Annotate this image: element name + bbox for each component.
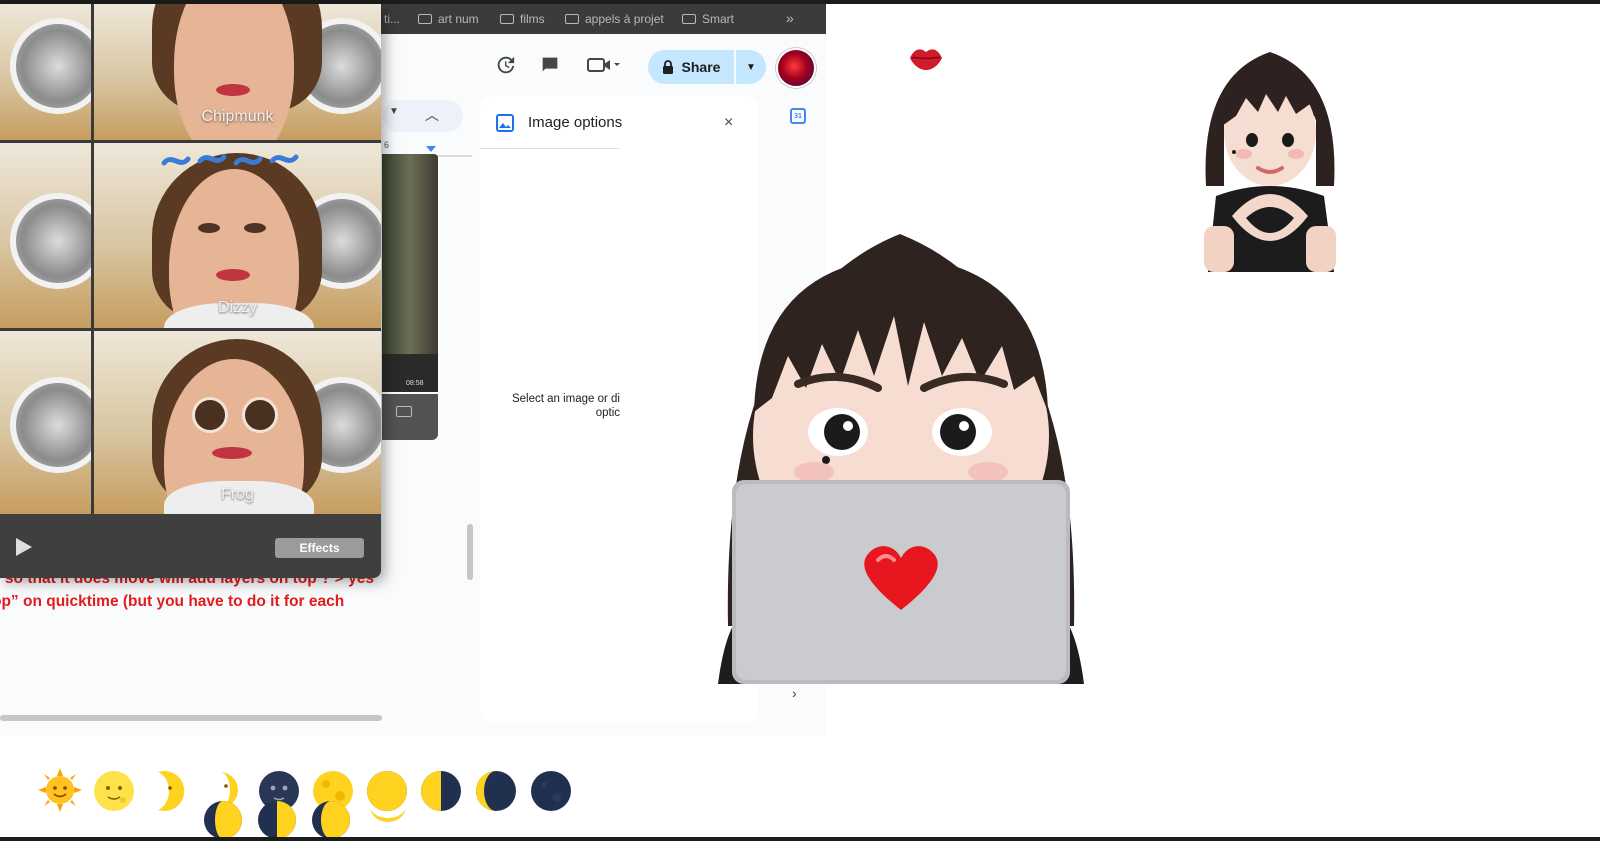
effect-dizzy-cell[interactable]: Dizzy <box>94 143 381 328</box>
bookmark-1[interactable]: ti... <box>384 12 400 26</box>
video-timestamp: 08:58 <box>406 380 424 387</box>
calendar-icon[interactable]: 31 <box>790 108 806 124</box>
waxing-gibbous-moon-icon <box>312 801 350 839</box>
effect-preview-cell[interactable] <box>0 4 91 140</box>
image-options-panel: Image options × Select an image or di op… <box>480 96 797 723</box>
lock-icon <box>662 60 673 74</box>
last-quarter-moon-icon <box>421 771 461 811</box>
share-label: Share <box>681 59 721 75</box>
panel-message-line: Select an image or di <box>511 393 620 405</box>
play-icon[interactable] <box>16 538 32 556</box>
bookmark-label: ti... <box>384 12 401 26</box>
effects-button[interactable]: Effects <box>275 538 364 558</box>
effect-label-chipmunk: Chipmunk <box>201 108 274 125</box>
bookmark-label: appels à projet <box>585 12 664 26</box>
caret-down-icon: ▼ <box>746 61 756 73</box>
chevron-up-icon: ︿ <box>425 107 439 123</box>
eye <box>244 223 266 233</box>
toolbar-collapse-pill[interactable]: ▼ ︿ <box>383 100 463 132</box>
image-icon <box>496 114 514 132</box>
new-moon-icon <box>531 771 571 811</box>
folder-icon <box>565 14 579 24</box>
bookmark-label: Smart <box>702 12 735 26</box>
waning-crescent-moon-icon <box>476 771 516 811</box>
share-dropdown-button[interactable]: ▼ <box>736 50 766 84</box>
crescent-moon-face-icon <box>158 771 185 811</box>
vertical-scrollbar[interactable] <box>467 524 473 580</box>
chevron-right-icon[interactable]: › <box>792 685 797 701</box>
bookmark-films[interactable]: films <box>500 12 545 26</box>
kiss-lips-icon <box>910 49 942 70</box>
effect-chipmunk-cell[interactable]: Chipmunk <box>94 4 381 140</box>
video-icon[interactable] <box>585 52 625 78</box>
crescent-moon-icon <box>370 806 406 822</box>
bookmark-label: films <box>520 12 545 26</box>
bookmark-art-num[interactable]: art num <box>418 12 479 26</box>
full-moon-face-icon <box>94 771 134 811</box>
memoji-heart-hands-image <box>1204 52 1336 272</box>
docs-toolbar: Share ▼ <box>380 34 826 96</box>
photo-booth-window: Chipmunk Dizzy Frog Effects <box>0 4 381 578</box>
bookmark-smart[interactable]: Smart <box>682 12 734 26</box>
memoji-laptop-image <box>718 234 1084 684</box>
camera-tray <box>382 394 438 440</box>
folder-icon <box>682 14 696 24</box>
lips <box>212 447 252 459</box>
video-thumbnail: 08:58 <box>382 354 438 392</box>
account-avatar[interactable] <box>776 48 816 88</box>
sun-with-face-icon <box>38 768 82 812</box>
panel-message-line: optic <box>595 407 620 419</box>
eye <box>198 223 220 233</box>
horizontal-scrollbar[interactable] <box>0 715 382 721</box>
first-quarter-moon-icon <box>258 801 296 839</box>
panel-title: Image options <box>528 114 623 131</box>
lips <box>216 269 250 281</box>
bookmark-appels-a-projet[interactable]: appels à projet <box>565 12 664 26</box>
camera-icon[interactable] <box>396 406 412 417</box>
panel-divider <box>480 148 620 149</box>
effect-label-frog: Frog <box>221 486 254 503</box>
effect-preview-cell[interactable] <box>0 331 91 514</box>
effect-frog-cell[interactable]: Frog <box>94 331 381 514</box>
lips <box>216 84 250 96</box>
frog-eye <box>192 397 228 433</box>
panel-empty-message: Select an image or di optic <box>510 392 620 420</box>
share-button[interactable]: Share <box>648 50 734 84</box>
comment-icon[interactable] <box>537 52 563 78</box>
close-icon[interactable]: × <box>724 114 733 132</box>
caret-down-icon: ▼ <box>389 106 399 117</box>
effect-preview-cell[interactable] <box>0 143 91 328</box>
effect-label-dizzy: Dizzy <box>217 299 258 316</box>
waxing-gibbous-moon-icon <box>204 801 242 839</box>
dizzy-birds-icon <box>161 154 299 166</box>
history-icon[interactable] <box>492 52 518 78</box>
window-bottom-frame <box>0 837 1600 841</box>
doc-text-line: op” on quicktime (but you have to do it … <box>0 593 345 610</box>
bookmarks-more-button[interactable]: » <box>786 10 794 26</box>
bookmark-label: art num <box>438 12 479 26</box>
folder-icon <box>418 14 432 24</box>
folder-icon <box>500 14 514 24</box>
frog-eye <box>242 397 278 433</box>
